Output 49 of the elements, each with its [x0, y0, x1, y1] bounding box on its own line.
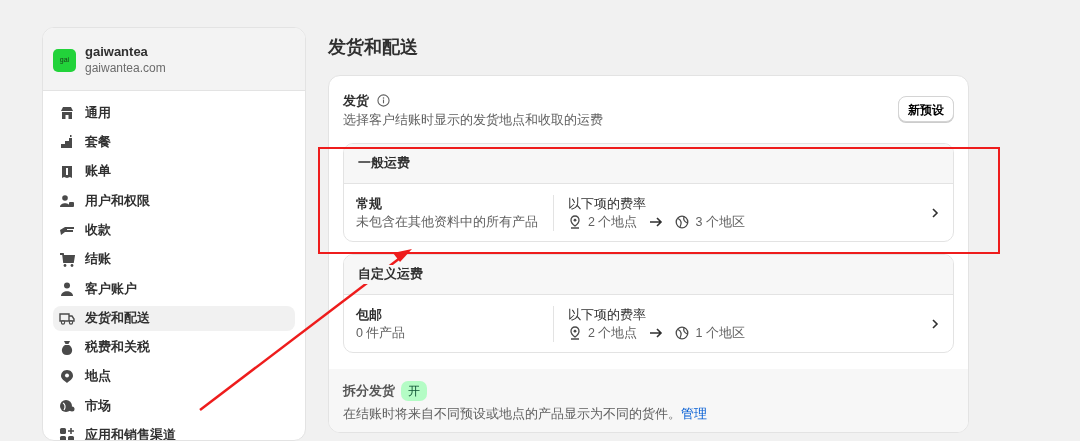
arrow-icon — [649, 214, 664, 229]
locations-count: 2 个地点 — [588, 324, 638, 342]
chevron-right-icon[interactable] — [929, 206, 941, 219]
sidebar-item[interactable]: 客户账户 — [53, 276, 295, 302]
rates-label: 以下项的费率 — [568, 195, 647, 213]
store-icon — [59, 105, 75, 122]
profile-name: 包邮 — [356, 306, 383, 324]
sidebar-item[interactable]: 套餐 — [53, 129, 295, 156]
profile-title: 自定义运费 — [356, 265, 425, 285]
profile-products: 0 件产品 — [356, 324, 407, 342]
sidebar-item[interactable]: 地点 — [53, 364, 295, 390]
sidebar-item[interactable]: 发货和配送 — [53, 305, 295, 331]
truck-icon — [59, 310, 75, 327]
store-name: gaiwantea — [85, 44, 149, 61]
locations-count: 2 个地点 — [588, 213, 638, 231]
chevron-right-icon[interactable] — [929, 317, 941, 330]
status-badge: 开 — [401, 381, 427, 402]
zones-count: 3 个地区 — [695, 213, 745, 231]
sidebar-item[interactable]: 市场 — [53, 393, 295, 419]
sidebar-item[interactable]: 应用和销售渠道 — [53, 422, 295, 440]
new-preset-button[interactable]: 新预设 — [898, 96, 954, 122]
split-shipping-description: 在结账时将来自不同预设或地点的产品显示为不同的货件。管理 — [343, 406, 708, 424]
sidebar-item[interactable]: 结账 — [53, 246, 295, 273]
pin-icon — [568, 214, 582, 229]
person-icon — [59, 280, 75, 297]
section-description: 选择客户结账时显示的发货地点和收取的运费 — [343, 111, 603, 129]
info-icon[interactable] — [377, 94, 390, 108]
rates-label: 以下项的费率 — [568, 306, 647, 324]
users-icon — [59, 193, 75, 209]
sidebar-item[interactable]: 收款 — [53, 217, 295, 243]
sidebar-item[interactable]: 税费和关税 — [53, 334, 295, 361]
store-domain: gaiwantea.com — [85, 60, 166, 77]
sidebar-item[interactable]: 用户和权限 — [53, 188, 295, 214]
section-title: 发货 — [343, 92, 369, 110]
page-title: 发货和配送 — [328, 36, 419, 59]
manage-link[interactable]: 管理 — [681, 407, 707, 422]
pin-icon — [59, 368, 75, 385]
grid-icon — [59, 427, 75, 440]
sidebar-item[interactable]: 账单 — [53, 159, 295, 185]
bag-icon — [59, 339, 75, 356]
arrow-icon — [649, 325, 664, 340]
sidebar-item[interactable]: 通用 — [53, 100, 295, 126]
profile-name: 常规 — [356, 195, 383, 213]
cart-icon — [59, 251, 75, 268]
split-shipping-title: 拆分发货 — [343, 382, 395, 400]
pin-icon — [568, 325, 582, 340]
stairs-icon — [59, 134, 75, 151]
profile-products: 未包含在其他资料中的所有产品 — [356, 213, 539, 231]
zones-count: 1 个地区 — [695, 324, 745, 342]
